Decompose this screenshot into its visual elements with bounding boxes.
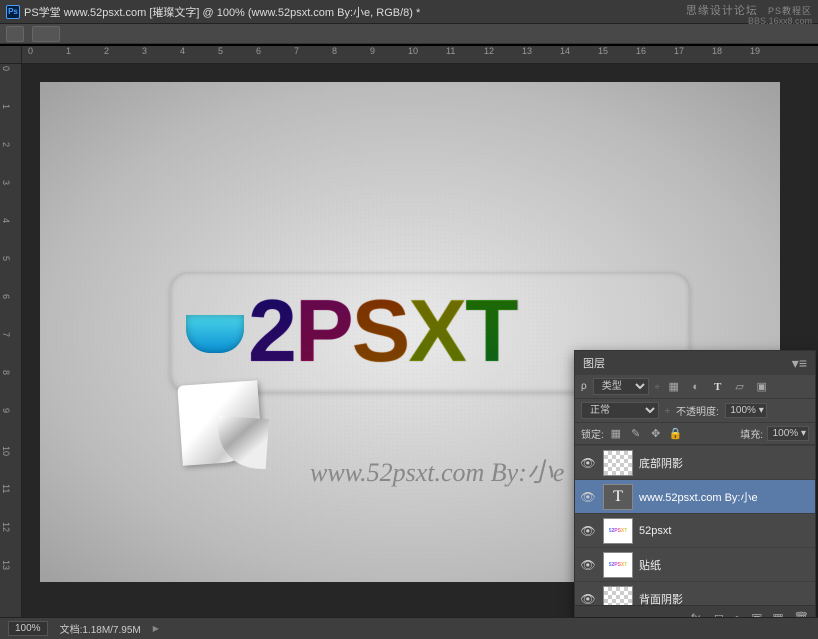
ruler-tick: 2 — [104, 46, 109, 56]
layer-filter-row: ρ 类型 ÷ ▦ ◐ T ▱ ▣ — [575, 375, 815, 399]
ruler-tick: 8 — [332, 46, 337, 56]
ruler-horizontal[interactable]: 012345678910111213141516171819 — [22, 46, 818, 64]
ps-app-icon: Ps — [6, 5, 20, 19]
lock-label: 锁定: — [581, 426, 604, 441]
opacity-value[interactable]: 100% ▾ — [725, 403, 767, 418]
visibility-toggle-icon[interactable]: 👁 — [579, 558, 597, 572]
ruler-tick: 6 — [1, 294, 11, 299]
ruler-tick: 9 — [1, 408, 11, 413]
blend-opacity-row: 正常 ÷ 不透明度: 100% ▾ — [575, 399, 815, 423]
status-bar: 100% 文档:1.18M/7.95M ▶ — [0, 617, 818, 639]
status-menu-icon[interactable]: ▶ — [153, 624, 159, 633]
ruler-tick: 15 — [598, 46, 608, 56]
byline-text: www.52psxt.com By:小e — [310, 452, 564, 489]
layers-panel-header[interactable]: 图层 ▾≡ — [575, 351, 815, 375]
lock-transparent-icon[interactable]: ▦ — [608, 427, 624, 440]
fill-label: 填充: — [740, 426, 763, 441]
ruler-tick: 17 — [674, 46, 684, 56]
ruler-tick: 3 — [142, 46, 147, 56]
layer-name-label[interactable]: 底部阴影 — [639, 455, 811, 471]
ruler-tick: 7 — [294, 46, 299, 56]
tool-option-button[interactable] — [32, 26, 60, 42]
ruler-tick: 7 — [1, 332, 11, 337]
lock-fill-row: 锁定: ▦ ✎ ✥ 🔒 填充: 100% ▾ — [575, 423, 815, 445]
ruler-tick: 2 — [1, 142, 11, 147]
layer-thumbnail[interactable]: T — [603, 484, 633, 510]
layer-name-label[interactable]: www.52psxt.com By:小e — [639, 489, 811, 505]
document-tab[interactable]: Ps PS学堂 www.52psxt.com [璀璨文字] @ 100% (ww… — [6, 4, 420, 20]
document-title: PS学堂 www.52psxt.com [璀璨文字] @ 100% (www.5… — [24, 4, 420, 20]
zoom-level[interactable]: 100% — [8, 621, 48, 636]
ruler-tick: 10 — [408, 46, 418, 56]
blend-mode-select[interactable]: 正常 — [581, 402, 659, 419]
ruler-tick: 10 — [1, 446, 11, 456]
layer-name-label[interactable]: 背面阴影 — [639, 591, 811, 606]
filter-pixel-icon[interactable]: ▦ — [666, 379, 682, 395]
ruler-tick: 4 — [180, 46, 185, 56]
doc-size[interactable]: 文档:1.18M/7.95M — [60, 621, 141, 636]
ruler-tick: 3 — [1, 180, 11, 185]
filter-adjust-icon[interactable]: ◐ — [688, 379, 704, 395]
panel-menu-icon[interactable]: ▾≡ — [792, 355, 807, 372]
filter-type-icon[interactable]: T — [710, 379, 726, 395]
layer-row[interactable]: 👁 底部阴影 — [575, 445, 815, 479]
filter-smart-icon[interactable]: ▣ — [754, 379, 770, 395]
visibility-toggle-icon[interactable]: 👁 — [579, 524, 597, 538]
filter-shape-icon[interactable]: ▱ — [732, 379, 748, 395]
ruler-tick: 16 — [636, 46, 646, 56]
ruler-origin[interactable] — [0, 46, 22, 64]
char-5 — [180, 280, 248, 484]
visibility-toggle-icon[interactable]: 👁 — [579, 456, 597, 470]
layer-thumbnail[interactable]: 52PSXT — [603, 552, 633, 578]
fill-value[interactable]: 100% ▾ — [767, 426, 809, 441]
ruler-tick: 19 — [750, 46, 760, 56]
ruler-tick: 12 — [484, 46, 494, 56]
layer-name-label[interactable]: 52psxt — [639, 525, 811, 537]
visibility-toggle-icon[interactable]: 👁 — [579, 592, 597, 606]
ruler-tick: 18 — [712, 46, 722, 56]
layer-row[interactable]: 👁 52PSXT 52psxt — [575, 513, 815, 547]
ruler-tick: 4 — [1, 218, 11, 223]
lock-all-icon[interactable]: 🔒 — [668, 427, 684, 440]
options-bar — [0, 24, 818, 44]
layer-filter-kind[interactable]: 类型 — [593, 378, 649, 395]
ruler-vertical[interactable]: 012345678910111213 — [0, 46, 22, 617]
layer-thumbnail[interactable] — [603, 450, 633, 476]
layer-row[interactable]: 👁 背面阴影 — [575, 581, 815, 605]
ruler-tick: 5 — [1, 256, 11, 261]
filter-kind-prefix: ρ — [581, 381, 587, 392]
watermark-url: BBS.16xx8.com — [748, 16, 812, 26]
ruler-tick: 0 — [1, 66, 11, 71]
tool-preset-button[interactable] — [6, 26, 24, 42]
ruler-tick: 13 — [1, 560, 11, 570]
lock-pixels-icon[interactable]: ✎ — [628, 427, 644, 440]
layers-panel-title: 图层 — [583, 355, 605, 371]
layer-row[interactable]: 👁 Twww.52psxt.com By:小e — [575, 479, 815, 513]
layer-name-label[interactable]: 贴纸 — [639, 557, 811, 573]
layers-panel[interactable]: 图层 ▾≡ ρ 类型 ÷ ▦ ◐ T ▱ ▣ 正常 ÷ 不透明度: 100% ▾… — [574, 350, 816, 630]
layer-thumbnail[interactable]: 52PSXT — [603, 518, 633, 544]
char-2: 2 — [248, 280, 295, 484]
ruler-tick: 8 — [1, 370, 11, 375]
ruler-tick: 1 — [66, 46, 71, 56]
ruler-tick: 0 — [28, 46, 33, 56]
layer-row[interactable]: 👁 52PSXT 贴纸 — [575, 547, 815, 581]
ruler-tick: 11 — [446, 46, 455, 56]
lock-position-icon[interactable]: ✥ — [648, 427, 664, 440]
ruler-tick: 6 — [256, 46, 261, 56]
ruler-tick: 14 — [560, 46, 570, 56]
ruler-tick: 9 — [370, 46, 375, 56]
ruler-tick: 11 — [1, 484, 11, 493]
ruler-tick: 1 — [1, 104, 11, 109]
opacity-label: 不透明度: — [676, 403, 719, 418]
layer-list[interactable]: 👁 底部阴影 👁 Twww.52psxt.com By:小e 👁 52PSXT 52psxt… — [575, 445, 815, 605]
visibility-toggle-icon[interactable]: 👁 — [579, 490, 597, 504]
layer-thumbnail[interactable] — [603, 586, 633, 606]
ruler-tick: 12 — [1, 522, 11, 532]
ruler-tick: 5 — [218, 46, 223, 56]
ruler-tick: 13 — [522, 46, 532, 56]
